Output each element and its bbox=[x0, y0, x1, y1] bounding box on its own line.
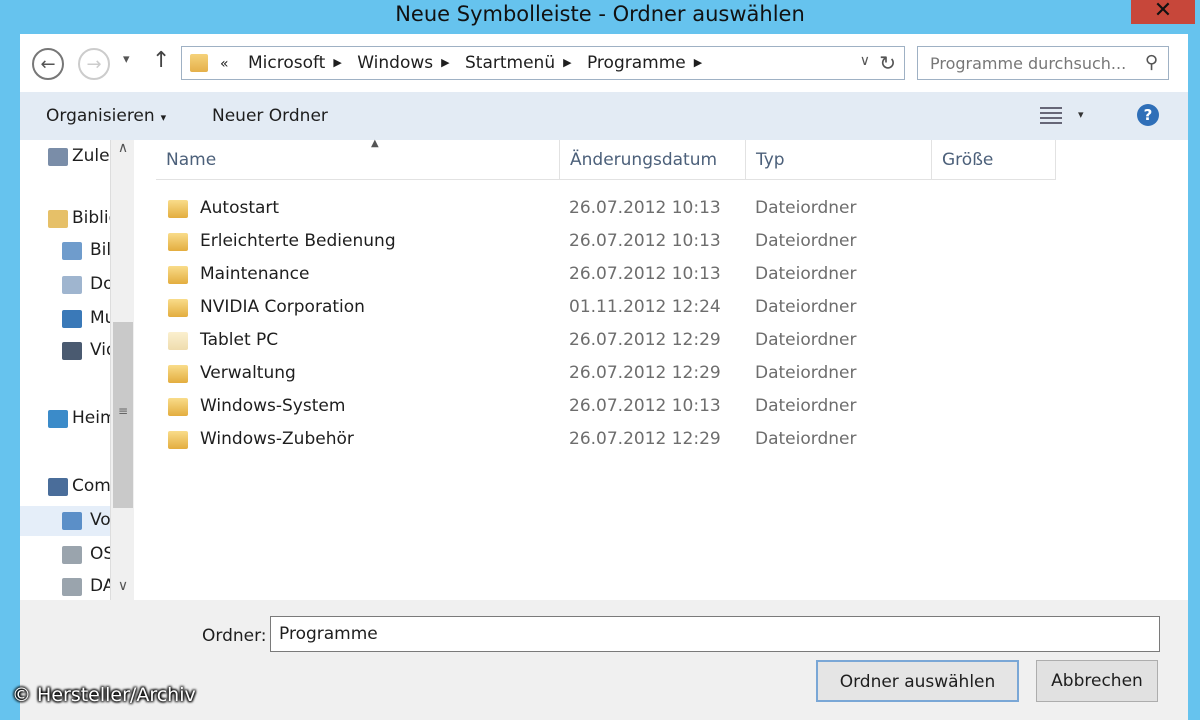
column-header-size[interactable]: Größe bbox=[932, 140, 1056, 180]
scroll-up-icon[interactable]: ∧ bbox=[111, 140, 135, 162]
copyright-watermark: © Hersteller/Archiv bbox=[12, 684, 196, 706]
breadcrumb-separator-icon[interactable]: ▶ bbox=[694, 56, 702, 69]
folder-icon bbox=[168, 398, 188, 416]
list-item[interactable]: Autostart 26.07.2012 10:13 Dateiordner bbox=[136, 192, 1076, 225]
list-item[interactable]: Maintenance 26.07.2012 10:13 Dateiordner bbox=[136, 258, 1076, 291]
drive-icon bbox=[62, 578, 82, 596]
documents-icon bbox=[62, 276, 82, 294]
dialog-window: Neue Symbolleiste - Ordner auswählen ✕ ←… bbox=[0, 0, 1200, 720]
close-button[interactable]: ✕ bbox=[1131, 0, 1195, 24]
navpane-item-computer[interactable]: Computer bbox=[20, 472, 110, 502]
column-header-type[interactable]: Typ bbox=[746, 140, 932, 180]
forward-arrow-icon: → bbox=[86, 53, 102, 75]
recent-locations-dropdown[interactable]: ▾ bbox=[123, 52, 130, 67]
organize-button[interactable]: Organisieren ▾ bbox=[46, 106, 166, 126]
folder-icon bbox=[168, 233, 188, 251]
folder-icon bbox=[168, 299, 188, 317]
scroll-thumb[interactable]: ≡ bbox=[113, 322, 133, 508]
homegroup-icon bbox=[48, 410, 68, 428]
breadcrumb: « Microsoft ▶ Windows ▶ Startmenü ▶ Program… bbox=[220, 53, 712, 73]
computer-icon bbox=[48, 478, 68, 496]
list-item[interactable]: Verwaltung 26.07.2012 12:29 Dateiordner bbox=[136, 357, 1076, 390]
search-icon[interactable]: ⚲ bbox=[1145, 52, 1158, 73]
navpane-item-libraries[interactable]: Bibliotheken bbox=[20, 204, 110, 234]
title-bar[interactable]: Neue Symbolleiste - Ordner auswählen ✕ bbox=[0, 0, 1200, 34]
column-header-date[interactable]: Änderungsdatum bbox=[560, 140, 746, 180]
chevron-down-icon: ▾ bbox=[160, 111, 167, 124]
navpane-item-volume[interactable]: Volume bbox=[20, 506, 110, 536]
breadcrumb-item-programme[interactable]: Programme bbox=[587, 53, 686, 73]
breadcrumb-item-startmenu[interactable]: Startmenü bbox=[465, 53, 555, 73]
cancel-button[interactable]: Abbrechen bbox=[1036, 660, 1158, 702]
navpane-item-pictures[interactable]: Bilder bbox=[20, 236, 110, 266]
chevron-down-icon[interactable]: ▾ bbox=[1078, 108, 1084, 121]
breadcrumb-separator-icon[interactable]: ▶ bbox=[333, 56, 341, 69]
navpane-item-videos[interactable]: Videos bbox=[20, 336, 110, 366]
folder-icon bbox=[168, 431, 188, 449]
folder-icon bbox=[190, 54, 208, 72]
navpane-item-documents[interactable]: Dokumente bbox=[20, 270, 110, 300]
window-title: Neue Symbolleiste - Ordner auswählen bbox=[395, 2, 805, 26]
sort-ascending-icon: ▲ bbox=[371, 138, 379, 149]
grip-icon: ≡ bbox=[117, 404, 129, 418]
new-folder-button[interactable]: Neuer Ordner bbox=[212, 106, 328, 126]
folder-icon bbox=[168, 266, 188, 284]
breadcrumb-separator-icon[interactable]: ▶ bbox=[563, 56, 571, 69]
music-icon bbox=[62, 310, 82, 328]
select-folder-button[interactable]: Ordner auswählen bbox=[816, 660, 1019, 702]
folder-icon bbox=[168, 365, 188, 383]
address-bar[interactable]: « Microsoft ▶ Windows ▶ Startmenü ▶ Program… bbox=[181, 46, 905, 80]
folder-field-label: Ordner: bbox=[202, 626, 267, 646]
help-icon[interactable]: ? bbox=[1137, 104, 1159, 126]
list-item[interactable]: Windows-Zubehör 26.07.2012 12:29 Dateior… bbox=[136, 423, 1076, 456]
forward-button[interactable]: → bbox=[78, 48, 110, 80]
list-item[interactable]: NVIDIA Corporation 01.11.2012 12:24 Date… bbox=[136, 291, 1076, 324]
command-bar: Organisieren ▾ Neuer Ordner ▾ ? bbox=[20, 92, 1188, 140]
pictures-icon bbox=[62, 242, 82, 260]
file-list: Name ▲ Änderungsdatum Typ Größe Autostar… bbox=[136, 138, 1188, 600]
drive-icon bbox=[62, 546, 82, 564]
recent-places-icon bbox=[48, 148, 68, 166]
breadcrumb-item-windows[interactable]: Windows bbox=[357, 53, 433, 73]
search-input[interactable]: Programme durchsuch... ⚲ bbox=[917, 46, 1169, 80]
up-level-button[interactable]: ↑ bbox=[152, 48, 170, 73]
list-item[interactable]: Tablet PC 26.07.2012 12:29 Dateiordner bbox=[136, 324, 1076, 357]
breadcrumb-overflow[interactable]: « bbox=[220, 56, 229, 72]
breadcrumb-item-microsoft[interactable]: Microsoft bbox=[248, 53, 325, 73]
navpane-item-music[interactable]: Musik bbox=[20, 304, 110, 334]
list-item[interactable]: Erleichterte Bedienung 26.07.2012 10:13 … bbox=[136, 225, 1076, 258]
view-options-icon[interactable] bbox=[1040, 104, 1062, 124]
search-placeholder: Programme durchsuch... bbox=[930, 54, 1127, 73]
folder-icon bbox=[168, 332, 188, 350]
back-arrow-icon: ← bbox=[40, 53, 56, 75]
back-button[interactable]: ← bbox=[32, 48, 64, 80]
navpane-item-recent[interactable]: Zuletzt besucht bbox=[20, 142, 110, 172]
scroll-down-icon[interactable]: ∨ bbox=[111, 578, 135, 600]
dialog-client-area: ← → ▾ ↑ « Microsoft ▶ Windows ▶ Startmenü ▶… bbox=[20, 34, 1188, 720]
navpane-item-os[interactable]: OS bbox=[20, 540, 110, 570]
breadcrumb-separator-icon[interactable]: ▶ bbox=[441, 56, 449, 69]
folder-icon bbox=[168, 200, 188, 218]
videos-icon bbox=[62, 342, 82, 360]
column-header-name[interactable]: Name ▲ bbox=[156, 138, 560, 180]
libraries-icon bbox=[48, 210, 68, 228]
navpane-scrollbar[interactable]: ∧ ≡ ∨ bbox=[110, 140, 134, 600]
drive-icon bbox=[62, 512, 82, 530]
navpane-item-data[interactable]: DATA bbox=[20, 572, 110, 600]
navpane-item-homegroup[interactable]: Heimnetzgruppe bbox=[20, 404, 110, 434]
refresh-icon[interactable]: ↻ bbox=[879, 51, 896, 75]
list-item[interactable]: Windows-System 26.07.2012 10:13 Dateiord… bbox=[136, 390, 1076, 423]
navigation-bar: ← → ▾ ↑ « Microsoft ▶ Windows ▶ Startmenü ▶… bbox=[20, 34, 1188, 92]
organize-label: Organisieren bbox=[46, 106, 155, 126]
folder-name-field[interactable] bbox=[270, 616, 1160, 652]
address-dropdown-icon[interactable]: ∨ bbox=[860, 53, 870, 69]
